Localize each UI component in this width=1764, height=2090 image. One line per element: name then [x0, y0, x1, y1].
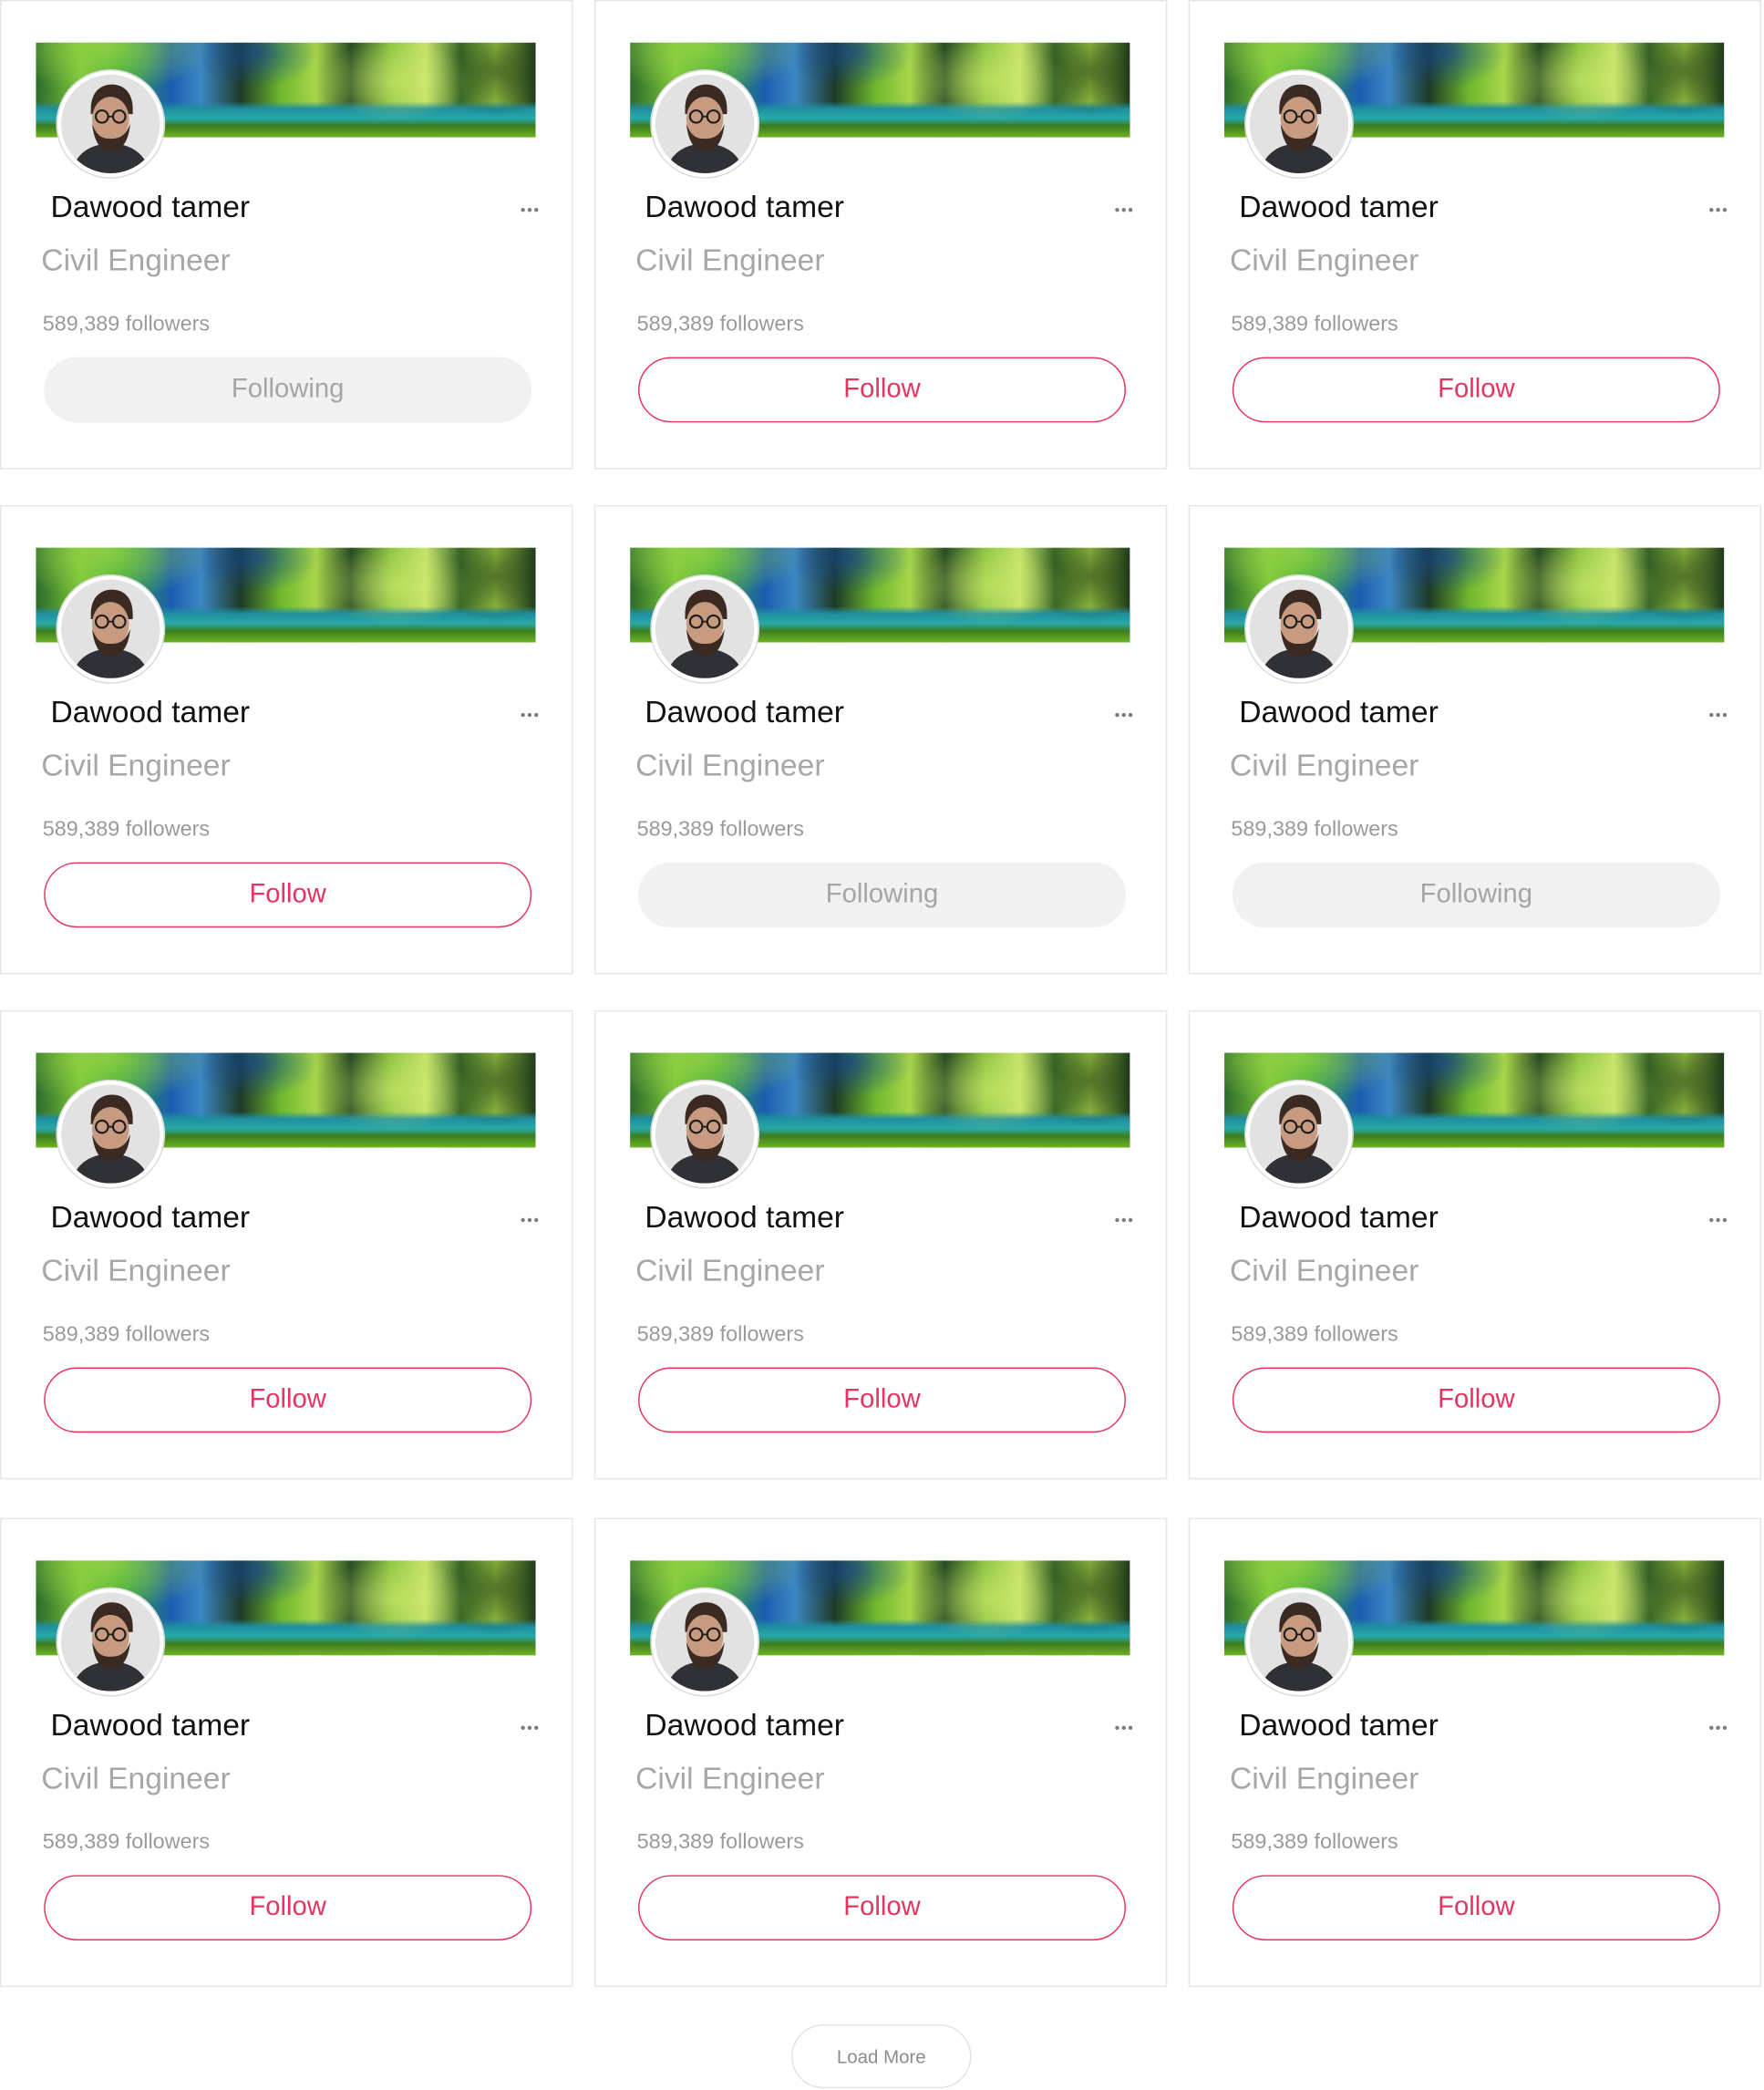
avatar-portrait: [61, 1084, 160, 1184]
followers-count: 589,389 followers: [42, 818, 211, 842]
more-options-icon[interactable]: [516, 1212, 545, 1228]
profile-job-title: Civil Engineer: [635, 1252, 825, 1288]
profile-name[interactable]: Dawood tamer: [51, 190, 251, 225]
avatar[interactable]: [57, 70, 164, 178]
avatar-portrait: [655, 1592, 755, 1692]
more-options-icon[interactable]: [516, 202, 545, 218]
avatar-portrait: [1249, 1084, 1349, 1184]
more-options-icon[interactable]: [1704, 202, 1733, 218]
avatar-portrait: [61, 579, 160, 678]
followers-count: 589,389 followers: [1231, 1831, 1398, 1854]
followers-count: 589,389 followers: [1231, 818, 1398, 842]
avatar-portrait: [61, 1592, 160, 1692]
avatar-portrait: [1249, 1592, 1349, 1692]
following-button[interactable]: Following: [638, 862, 1126, 928]
avatar[interactable]: [651, 1081, 758, 1188]
profile-card: Dawood tamer Civil Engineer 589,389 foll…: [0, 504, 573, 975]
followers-count: 589,389 followers: [1231, 313, 1398, 336]
profile-card: Dawood tamer Civil Engineer 589,389 foll…: [593, 1009, 1168, 1480]
avatar[interactable]: [1245, 70, 1353, 178]
profile-card: Dawood tamer Civil Engineer 589,389 foll…: [1188, 1517, 1762, 1988]
profile-job-title: Civil Engineer: [635, 1760, 825, 1795]
followers-count: 589,389 followers: [636, 1323, 804, 1347]
followers-count: 589,389 followers: [636, 313, 804, 336]
more-options-icon[interactable]: [1704, 1719, 1733, 1735]
profile-card: Dawood tamer Civil Engineer 589,389 foll…: [593, 0, 1168, 470]
follow-button[interactable]: Follow: [44, 1875, 532, 1940]
profile-card: Dawood tamer Civil Engineer 589,389 foll…: [0, 1517, 573, 1988]
profile-job-title: Civil Engineer: [41, 242, 231, 277]
profile-job-title: Civil Engineer: [41, 1252, 231, 1288]
follow-button[interactable]: Follow: [1232, 357, 1720, 423]
avatar-portrait: [1249, 74, 1349, 173]
followers-count: 589,389 followers: [636, 1831, 804, 1854]
profile-card: Dawood tamer Civil Engineer 589,389 foll…: [1188, 0, 1762, 470]
more-options-icon[interactable]: [1704, 1212, 1733, 1228]
followers-count: 589,389 followers: [42, 313, 211, 336]
profile-card: Dawood tamer Civil Engineer 589,389 foll…: [0, 1009, 573, 1480]
avatar[interactable]: [651, 575, 758, 683]
follow-button[interactable]: Follow: [1232, 1875, 1720, 1940]
avatar[interactable]: [1245, 575, 1353, 683]
followers-count: 589,389 followers: [42, 1831, 211, 1854]
profile-card: Dawood tamer Civil Engineer 589,389 foll…: [1188, 504, 1762, 975]
follow-button[interactable]: Follow: [638, 357, 1126, 423]
follow-button[interactable]: Follow: [44, 1367, 532, 1433]
profile-card: Dawood tamer Civil Engineer 589,389 foll…: [1188, 1009, 1762, 1480]
avatar[interactable]: [651, 70, 758, 178]
avatar[interactable]: [57, 1588, 164, 1696]
more-options-icon[interactable]: [1109, 707, 1139, 723]
profile-card: Dawood tamer Civil Engineer 589,389 foll…: [0, 0, 573, 470]
profile-job-title: Civil Engineer: [1229, 242, 1419, 277]
profile-name[interactable]: Dawood tamer: [1239, 694, 1439, 729]
avatar[interactable]: [57, 1081, 164, 1188]
load-more-button[interactable]: Load More: [791, 2024, 972, 2089]
following-button[interactable]: Following: [1232, 862, 1720, 928]
profile-name[interactable]: Dawood tamer: [51, 1707, 251, 1743]
profile-name[interactable]: Dawood tamer: [645, 1707, 844, 1743]
more-options-icon[interactable]: [1109, 1212, 1139, 1228]
avatar[interactable]: [57, 575, 164, 683]
followers-count: 589,389 followers: [636, 818, 804, 842]
avatar[interactable]: [1245, 1588, 1353, 1696]
profile-job-title: Civil Engineer: [1229, 1252, 1419, 1288]
avatar-portrait: [61, 74, 160, 173]
follow-button[interactable]: Follow: [638, 1875, 1126, 1940]
more-options-icon[interactable]: [1704, 707, 1733, 723]
avatar-portrait: [655, 74, 755, 173]
profile-job-title: Civil Engineer: [41, 747, 231, 782]
profile-name[interactable]: Dawood tamer: [645, 1199, 844, 1235]
profile-card: Dawood tamer Civil Engineer 589,389 foll…: [593, 1517, 1168, 1988]
follow-button[interactable]: Follow: [44, 862, 532, 928]
profile-job-title: Civil Engineer: [1229, 747, 1419, 782]
profile-card: Dawood tamer Civil Engineer 589,389 foll…: [593, 504, 1168, 975]
profile-name[interactable]: Dawood tamer: [51, 694, 251, 729]
more-options-icon[interactable]: [516, 1719, 545, 1735]
profile-job-title: Civil Engineer: [635, 242, 825, 277]
profile-name[interactable]: Dawood tamer: [1239, 1707, 1439, 1743]
avatar-portrait: [1249, 579, 1349, 678]
avatar-portrait: [655, 1084, 755, 1184]
follow-button[interactable]: Follow: [1232, 1367, 1720, 1433]
avatar[interactable]: [651, 1588, 758, 1696]
avatar-portrait: [655, 579, 755, 678]
followers-count: 589,389 followers: [42, 1323, 211, 1347]
profile-job-title: Civil Engineer: [1229, 1760, 1419, 1795]
profile-name[interactable]: Dawood tamer: [51, 1199, 251, 1235]
more-options-icon[interactable]: [516, 707, 545, 723]
followers-count: 589,389 followers: [1231, 1323, 1398, 1347]
profile-name[interactable]: Dawood tamer: [645, 694, 844, 729]
profile-job-title: Civil Engineer: [635, 747, 825, 782]
profile-name[interactable]: Dawood tamer: [1239, 1199, 1439, 1235]
more-options-icon[interactable]: [1109, 1719, 1139, 1735]
following-button[interactable]: Following: [44, 357, 532, 423]
follow-button[interactable]: Follow: [638, 1367, 1126, 1433]
more-options-icon[interactable]: [1109, 202, 1139, 218]
profile-job-title: Civil Engineer: [41, 1760, 231, 1795]
profile-name[interactable]: Dawood tamer: [1239, 190, 1439, 225]
profile-name[interactable]: Dawood tamer: [645, 190, 844, 225]
avatar[interactable]: [1245, 1081, 1353, 1188]
